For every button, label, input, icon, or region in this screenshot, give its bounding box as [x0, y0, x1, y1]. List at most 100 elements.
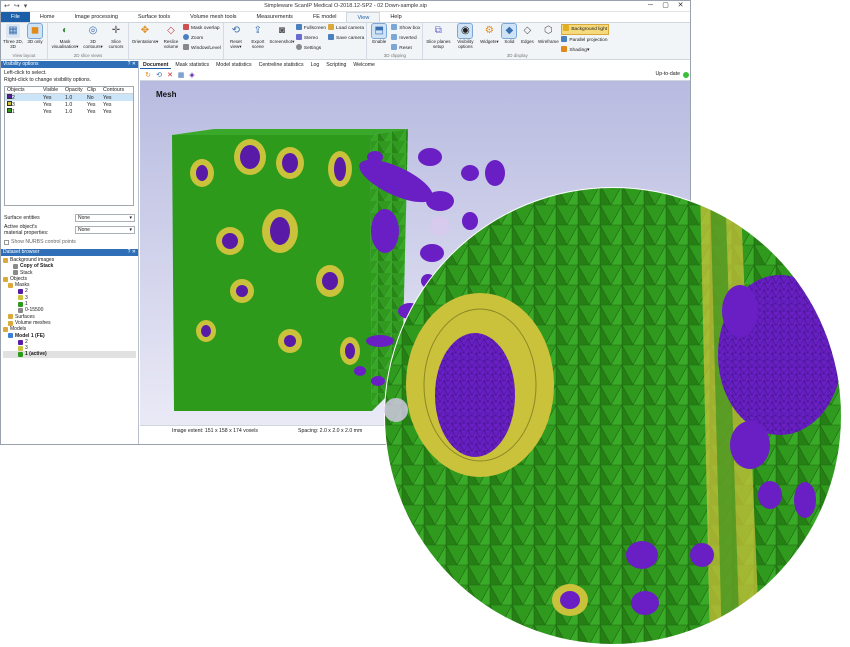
- tree-item-icon: [3, 326, 8, 332]
- mesh-icon[interactable]: ◈: [188, 71, 196, 79]
- 3d-contours-button[interactable]: ◎ 3D contours▾: [82, 24, 104, 49]
- maximize-button[interactable]: ▢: [658, 1, 673, 11]
- row-contours[interactable]: Yes: [103, 95, 129, 101]
- tab-volume-mesh-tools[interactable]: Volume mesh tools: [180, 12, 246, 22]
- solid-button[interactable]: ◆ Solid: [501, 23, 518, 44]
- delete-icon[interactable]: ✕: [166, 71, 174, 79]
- close-button[interactable]: ✕: [673, 1, 688, 11]
- surface-entities-dropdown[interactable]: None: [75, 213, 135, 222]
- orientations-label: Orientations▾: [131, 39, 159, 44]
- save-camera-button[interactable]: Save camera: [328, 34, 364, 43]
- projection-icon: [561, 36, 568, 42]
- refresh-icon[interactable]: ↻: [144, 71, 152, 79]
- eye-icon: ◉: [457, 23, 474, 39]
- window-controls: ─ ▢ ✕: [643, 1, 688, 11]
- nurbs-checkbox[interactable]: [4, 239, 9, 245]
- widgets-button[interactable]: ⚙ Widgets▾: [479, 24, 499, 44]
- row-clip[interactable]: No: [87, 95, 103, 101]
- inverted-button[interactable]: Inverted: [391, 34, 420, 43]
- visibility-table: Objects Visible Opacity Clip Contours 2 …: [4, 86, 134, 206]
- wireframe-button[interactable]: ⬡ Wireframe: [537, 24, 559, 44]
- mask-visualisation-button[interactable]: ◐ Mask visualisation▾: [50, 24, 80, 49]
- fullscreen-button[interactable]: Fullscreen: [295, 24, 326, 33]
- row-clip[interactable]: Yes: [87, 109, 103, 115]
- tab-image-processing[interactable]: Image processing: [65, 12, 128, 22]
- row-contours[interactable]: Yes: [103, 102, 129, 108]
- tab-document[interactable]: Document: [140, 61, 172, 69]
- enable-clipping-button[interactable]: ⬒ Enable: [369, 23, 389, 44]
- surface-entities-label: Surface entities: [4, 214, 40, 221]
- scene-small-buttons: Fullscreen Stereo Settings: [295, 24, 326, 53]
- edges-label: Edges: [520, 39, 534, 44]
- tab-model-statistics[interactable]: Model statistics: [213, 61, 254, 69]
- tab-view[interactable]: View: [346, 12, 381, 22]
- three-2d-3d-label: Three 2D, 3D: [3, 39, 24, 49]
- tab-mask-statistics[interactable]: Mask statistics: [172, 61, 212, 69]
- table-row[interactable]: 1 Yes 1.0 Yes Yes: [5, 108, 133, 115]
- orientation-icon: ✥: [140, 25, 150, 36]
- 3d-only-button[interactable]: ◼ 3D only: [25, 23, 45, 44]
- zoom-button[interactable]: Zoom: [183, 34, 221, 43]
- tab-welcome[interactable]: Welcome: [350, 61, 378, 69]
- material-dropdown[interactable]: None: [75, 226, 135, 234]
- gear-icon: [295, 44, 302, 50]
- mask-overlap-button[interactable]: Mask overlap: [183, 24, 221, 33]
- export-scene-button[interactable]: ⇪ Export scene: [248, 24, 268, 49]
- slice-planes-icon: ⧉: [434, 25, 442, 36]
- header-clip: Clip: [87, 87, 96, 93]
- row-clip[interactable]: Yes: [87, 102, 103, 108]
- browser-close-icon[interactable]: ? ✕: [128, 249, 136, 256]
- settings-button[interactable]: Settings: [295, 44, 326, 53]
- tab-home[interactable]: Home: [30, 12, 65, 22]
- three-2d-3d-button[interactable]: ▦ Three 2D, 3D: [3, 24, 23, 49]
- row-opacity[interactable]: 1.0: [65, 102, 87, 108]
- stereo-button[interactable]: Stereo: [295, 34, 326, 43]
- row-contours[interactable]: Yes: [103, 109, 129, 115]
- tree-item[interactable]: 1 (active): [3, 351, 136, 358]
- row-visible[interactable]: Yes: [43, 95, 65, 101]
- row-visible[interactable]: Yes: [43, 102, 65, 108]
- tab-measurements[interactable]: Measurements: [247, 12, 303, 22]
- tab-scripting[interactable]: Scripting: [323, 61, 349, 69]
- table-row[interactable]: 3 Yes 1.0 Yes Yes: [5, 101, 133, 108]
- tab-centreline-statistics[interactable]: Centreline statistics: [256, 61, 307, 69]
- visibility-options-label: Visibility options: [457, 39, 474, 49]
- table-row[interactable]: 2 Yes 1.0 No Yes: [5, 94, 133, 101]
- orientations-button[interactable]: ✥ Orientations▾: [131, 24, 159, 44]
- parallel-projection-button[interactable]: Parallel projection: [561, 36, 609, 45]
- wireframe-label: Wireframe: [537, 39, 559, 44]
- slice-planes-setup-button[interactable]: ⧉ Slice planes setup: [425, 24, 451, 49]
- tree-item-icon: [18, 289, 23, 295]
- nurbs-checkbox-row[interactable]: Show NURBS control points: [1, 237, 138, 247]
- minimize-button[interactable]: ─: [643, 1, 658, 11]
- display-group: ⧉ Slice planes setup ◉ Visibility option…: [423, 23, 611, 59]
- show-box-button[interactable]: Show box: [391, 24, 420, 33]
- window-level-button[interactable]: Window/Level: [183, 44, 221, 53]
- visibility-options-button[interactable]: ◉ Visibility options: [453, 23, 477, 49]
- screenshot-button[interactable]: ◙ Screenshot▾: [269, 24, 294, 44]
- tab-file[interactable]: File: [1, 12, 30, 22]
- tree-item-icon: [18, 352, 23, 358]
- image-extent-label: Image extent: 151 x 158 x 174 voxels: [172, 428, 258, 434]
- reslice-volume-button[interactable]: ◇ Reslice volume: [161, 24, 181, 49]
- reset-view-button[interactable]: ⟲ Reset view▾: [226, 24, 246, 49]
- load-camera-button[interactable]: Load camera: [328, 24, 364, 33]
- tab-fe-model[interactable]: FE model: [303, 12, 347, 22]
- stereo-icon: [295, 34, 302, 40]
- grid-icon[interactable]: ▦: [177, 71, 185, 79]
- row-visible[interactable]: Yes: [43, 109, 65, 115]
- panel-close-icon[interactable]: ? ✕: [128, 61, 136, 68]
- row-opacity[interactable]: 1.0: [65, 109, 87, 115]
- background-light-button[interactable]: Background light: [561, 24, 610, 35]
- tab-help[interactable]: Help: [380, 12, 411, 22]
- rotate-icon[interactable]: ⟲: [155, 71, 163, 79]
- tree-item-icon: [13, 263, 18, 269]
- slice-cursors-button[interactable]: ✛ Slice cursors: [106, 24, 126, 49]
- row-opacity[interactable]: 1.0: [65, 95, 87, 101]
- display-small-buttons: Background light Parallel projection Sha…: [561, 24, 610, 55]
- tab-surface-tools[interactable]: Surface tools: [128, 12, 180, 22]
- edges-button[interactable]: ◇ Edges: [519, 24, 535, 44]
- window-title: Simpleware ScanIP Medical O-2018.12-SP2 …: [264, 3, 427, 9]
- tab-log[interactable]: Log: [308, 61, 323, 69]
- spacing-label: Spacing: 2.0 x 2.0 x 2.0 mm: [298, 428, 363, 434]
